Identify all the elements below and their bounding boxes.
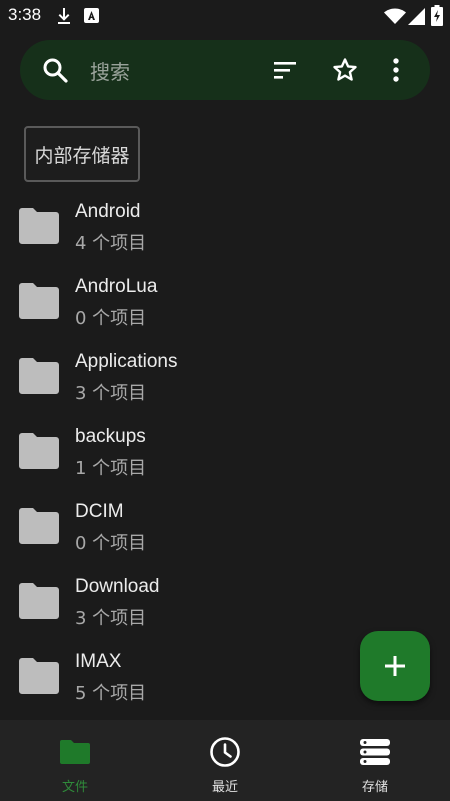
file-name: IMAX [75,651,122,672]
storage-icon [360,739,390,765]
nav-label: 文件 [61,780,88,795]
bottom-nav: 文件 最近 存储 [0,720,450,801]
battery-charging-icon [431,5,443,26]
search-bar[interactable]: 搜索 [20,40,430,100]
nav-item-files[interactable]: 文件 [0,720,150,801]
list-item[interactable]: Applications 3 个项目 [0,340,450,415]
folder-icon [60,740,90,764]
search-icon[interactable] [42,57,68,83]
list-item[interactable]: AndroLua 0 个项目 [0,265,450,340]
file-count: 5 个项目 [75,683,147,704]
app-notification-icon [84,8,99,23]
list-item[interactable]: Download 3 个项目 [0,565,450,640]
folder-icon [19,658,59,694]
status-time: 3:38 [8,5,42,24]
plus-icon [385,656,405,676]
file-name: Android [75,201,141,222]
nav-item-storage[interactable]: 存储 [300,720,450,801]
more-icon[interactable] [386,56,406,84]
file-count: 3 个项目 [75,383,147,404]
file-count: 0 个项目 [75,533,147,554]
nav-label: 最近 [211,780,238,795]
nav-item-recent[interactable]: 最近 [150,720,300,801]
list-item[interactable]: DCIM 0 个项目 [0,490,450,565]
file-count: 4 个项目 [75,233,147,254]
file-name: AndroLua [75,276,158,297]
file-name: Download [75,576,160,597]
sort-icon[interactable] [272,58,298,82]
status-bar: 3:38 [0,0,450,32]
clock-icon [210,737,240,767]
signal-icon [408,8,425,25]
folder-icon [19,283,59,319]
file-count: 0 个项目 [75,308,147,329]
search-input[interactable]: 搜索 [90,56,130,85]
wifi-icon [384,8,406,24]
folder-icon [19,358,59,394]
folder-icon [19,208,59,244]
list-item[interactable]: backups 1 个项目 [0,415,450,490]
nav-label: 存储 [361,780,388,795]
list-item[interactable]: Android 4 个项目 [0,190,450,265]
file-name: backups [75,426,146,447]
file-count: 1 个项目 [75,458,147,479]
add-button[interactable] [360,631,430,701]
folder-icon [19,433,59,469]
folder-icon [19,583,59,619]
folder-icon [19,508,59,544]
file-count: 3 个项目 [75,608,147,629]
file-name: Applications [75,351,178,372]
file-name: DCIM [75,501,124,522]
star-icon[interactable] [332,57,358,83]
breadcrumb[interactable]: 内部存储器 [24,126,140,182]
download-icon [58,8,70,24]
